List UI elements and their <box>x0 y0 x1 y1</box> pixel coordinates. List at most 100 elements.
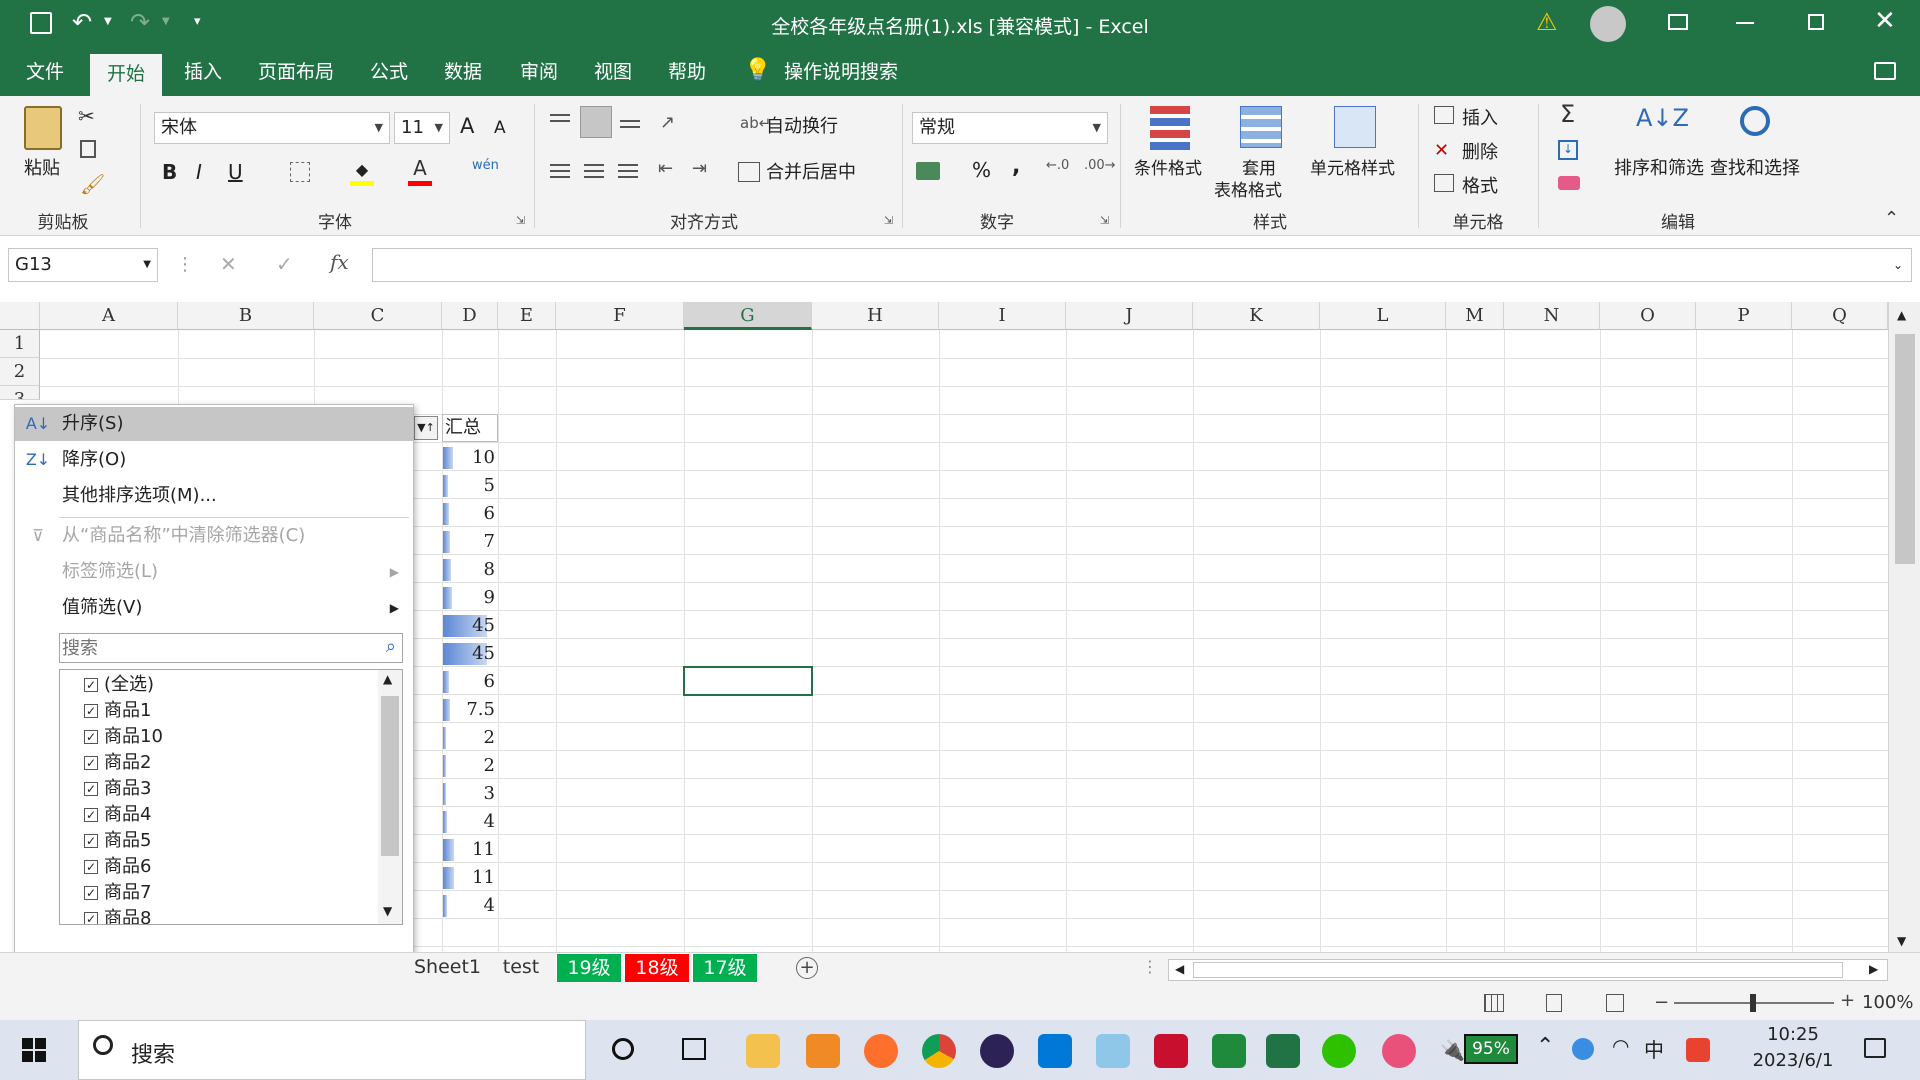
tab-home[interactable]: 开始 <box>90 54 162 96</box>
ime-indicator[interactable]: 中 <box>1644 1034 1664 1063</box>
cortana-icon[interactable] <box>612 1038 634 1060</box>
table-cell[interactable]: 4 <box>442 808 498 836</box>
font-name-select[interactable]: 宋体 ▼ <box>154 112 390 144</box>
summary-header-cell[interactable]: 汇总 <box>442 414 498 442</box>
top-align-icon[interactable] <box>550 114 570 116</box>
tab-data[interactable]: 数据 <box>428 48 498 96</box>
table-cell[interactable]: 11 <box>442 864 498 892</box>
grow-font-button[interactable]: A <box>460 114 474 138</box>
app-s-icon[interactable] <box>1686 1038 1710 1062</box>
collapse-ribbon-icon[interactable]: ⌃ <box>1884 208 1899 229</box>
chrome-icon[interactable] <box>922 1034 956 1068</box>
col-header-q[interactable]: Q <box>1792 302 1888 330</box>
clear-icon[interactable] <box>1558 176 1580 190</box>
table-cell[interactable]: 10 <box>442 444 498 472</box>
checkbox-checked-icon[interactable]: ✓ <box>84 730 98 744</box>
vim-icon[interactable] <box>1212 1034 1246 1068</box>
col-header-k[interactable]: K <box>1193 302 1320 330</box>
table-cell[interactable]: 5 <box>442 472 498 500</box>
table-cell[interactable]: 3 <box>442 780 498 808</box>
merge-center-button[interactable]: 合并后居中 <box>766 158 856 184</box>
checkbox-checked-icon[interactable]: ✓ <box>84 834 98 848</box>
sort-filter-button[interactable]: 排序和筛选 <box>1614 154 1704 180</box>
zoom-slider-thumb[interactable] <box>1750 994 1756 1012</box>
task-view-icon[interactable] <box>682 1038 706 1060</box>
fill-color-icon[interactable]: ◆ <box>350 160 374 186</box>
cell-styles-button[interactable]: 单元格样式 <box>1310 154 1395 179</box>
undo-icon[interactable]: ↶ <box>72 8 92 36</box>
filter-list-item[interactable]: ✓ (全选) <box>80 672 154 698</box>
fill-icon[interactable]: ↓ <box>1558 140 1578 160</box>
autosum-icon[interactable]: Σ <box>1560 100 1575 128</box>
tell-me-search[interactable]: 操作说明搜索 <box>784 48 914 96</box>
col-header-b[interactable]: B <box>178 302 314 330</box>
col-header-p[interactable]: P <box>1696 302 1792 330</box>
wifi-icon[interactable]: ◠ <box>1612 1034 1629 1058</box>
search-icon[interactable] <box>1740 106 1770 136</box>
filter-list-item[interactable]: ✓ 商品6 <box>80 854 151 880</box>
table-cell[interactable]: 9 <box>442 584 498 612</box>
zoom-level[interactable]: 100% <box>1862 992 1913 1013</box>
col-header-o[interactable]: O <box>1600 302 1696 330</box>
checkbox-checked-icon[interactable]: ✓ <box>84 782 98 796</box>
normal-view-icon[interactable] <box>1484 994 1504 1012</box>
col-header-d[interactable]: D <box>442 302 498 330</box>
tab-formulas[interactable]: 公式 <box>354 48 424 96</box>
col-header-j[interactable]: J <box>1066 302 1193 330</box>
page-break-view-icon[interactable] <box>1606 994 1624 1012</box>
value-filter-item[interactable]: 值筛选(V) ▶ <box>15 591 413 625</box>
bottom-align-icon[interactable] <box>620 126 640 128</box>
name-box[interactable]: G13 ▼ <box>8 248 158 282</box>
conditional-format-button[interactable]: 条件格式 <box>1134 154 1202 179</box>
align-left-icon[interactable] <box>550 164 570 166</box>
col-header-h[interactable]: H <box>812 302 939 330</box>
comma-button[interactable]: , <box>1012 154 1020 179</box>
font-color-icon[interactable]: A <box>408 156 432 186</box>
filter-item-list[interactable]: ✓ (全选) ✓ 商品1 ✓ 商品10 ✓ 商品2 ✓ 商品3 ✓ 商品4 ✓ 商品5 ✓ 商品6 ✓ 商品7 ✓ 商… <box>59 669 403 925</box>
scroll-thumb[interactable] <box>1895 334 1915 564</box>
format-cells-icon[interactable] <box>1434 174 1454 192</box>
scroll-left-icon[interactable]: ◀ <box>1175 962 1184 976</box>
minimize-icon[interactable] <box>1736 22 1754 24</box>
paint-icon[interactable] <box>1096 1034 1130 1068</box>
tab-help[interactable]: 帮助 <box>652 48 722 96</box>
zoom-out-button[interactable]: − <box>1654 992 1669 1013</box>
scroll-thumb[interactable] <box>1193 962 1843 978</box>
table-cell[interactable]: 7 <box>442 528 498 556</box>
notification-icon[interactable] <box>1864 1038 1886 1058</box>
sort-ascending-item[interactable]: A↓ 升序(S) <box>15 407 413 441</box>
filter-search-box[interactable]: ⌕ <box>59 633 403 663</box>
tab-review[interactable]: 审阅 <box>504 48 574 96</box>
vscode-icon[interactable] <box>1038 1034 1072 1068</box>
close-icon[interactable]: ✕ <box>1874 6 1896 36</box>
firefox-icon[interactable] <box>864 1034 898 1068</box>
dialog-launcher-icon[interactable]: ⇲ <box>516 214 525 227</box>
font-size-select[interactable]: 11 ▼ <box>394 112 450 144</box>
delete-cells-icon[interactable]: ✕ <box>1434 140 1449 161</box>
filter-list-item[interactable]: ✓ 商品7 <box>80 880 151 906</box>
wechat-icon[interactable] <box>1322 1034 1356 1068</box>
decrease-decimal-icon[interactable]: .00→ <box>1084 158 1116 173</box>
row-header-3[interactable]: 3 <box>0 386 40 400</box>
col-header-i[interactable]: I <box>939 302 1066 330</box>
tab-file[interactable]: 文件 <box>10 48 80 96</box>
border-icon[interactable] <box>290 162 310 182</box>
app-tray-icon[interactable] <box>1572 1038 1594 1060</box>
underline-button[interactable]: U <box>228 160 243 184</box>
sheet-tab[interactable]: 18级 <box>624 953 690 983</box>
avatar[interactable] <box>1590 6 1626 42</box>
table-cell[interactable]: 7.5 <box>442 696 498 724</box>
align-center-icon[interactable] <box>584 164 604 166</box>
checkbox-checked-icon[interactable]: ✓ <box>84 756 98 770</box>
filter-list-item[interactable]: ✓ 商品1 <box>80 698 151 724</box>
col-header-a[interactable]: A <box>40 302 178 330</box>
cell-styles-icon[interactable] <box>1334 106 1376 148</box>
col-header-c[interactable]: C <box>314 302 442 330</box>
filter-list-item[interactable]: ✓ 商品10 <box>80 724 163 750</box>
percent-button[interactable]: % <box>972 158 991 182</box>
table-cell[interactable]: 45 <box>442 640 498 668</box>
insert-cells-button[interactable]: 插入 <box>1462 104 1498 130</box>
horizontal-scrollbar[interactable]: ◀ ▶ <box>1168 959 1888 981</box>
warning-icon[interactable]: ⚠ <box>1536 8 1558 36</box>
dialog-launcher-icon[interactable]: ⇲ <box>1100 214 1109 227</box>
